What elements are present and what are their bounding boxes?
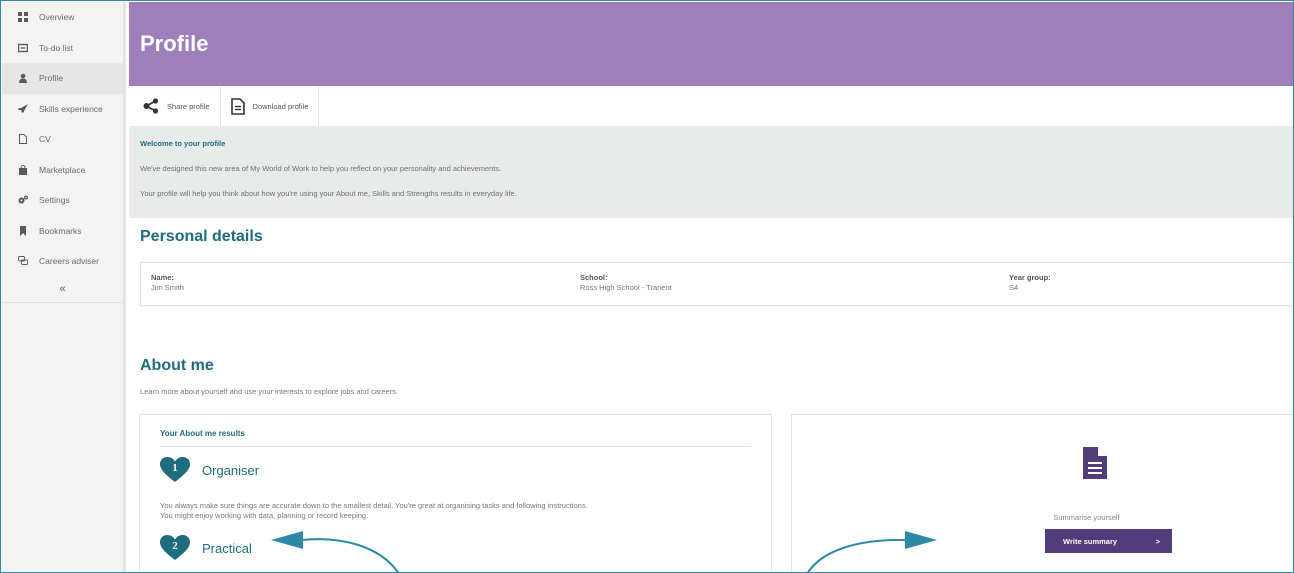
sidebar-item-label: Profile (39, 73, 64, 84)
collapse-sidebar-button[interactable]: « (2, 277, 123, 303)
sidebar-item-label: CV (39, 134, 51, 145)
chat-icon (18, 256, 28, 266)
sidebar-item-bookmarks[interactable]: Bookmarks (2, 216, 123, 247)
write-summary-label: Write summary (1063, 536, 1118, 546)
sidebar-item-label: Settings (39, 195, 70, 206)
bookmark-icon (18, 225, 28, 236)
bag-icon (18, 164, 28, 175)
result-name: Organiser (202, 462, 260, 478)
gears-icon (18, 195, 28, 205)
results-title: Your About me results (160, 415, 751, 447)
name-field: Name: Jim Smith (151, 273, 580, 305)
sidebar-item-label: Skills experience (39, 103, 103, 114)
chevron-double-left-icon: « (59, 283, 66, 295)
heart-icon: 2 (160, 535, 190, 561)
personal-details-title: Personal details (140, 228, 263, 245)
grid-icon (18, 12, 28, 23)
year-group-label: Year group: (1009, 273, 1051, 282)
profile-toolbar: Share profile Download profile (129, 86, 1293, 126)
sidebar-item-settings[interactable]: Settings (2, 185, 123, 216)
document-icon (18, 134, 28, 145)
page-title: Profile (140, 31, 209, 56)
sidebar-item-skills-experience[interactable]: Skills experience (2, 94, 123, 125)
main-content: Profile Share profile Download profile W… (129, 2, 1293, 572)
about-me-title: About me (140, 357, 214, 374)
result-description: You always make sure things are accurate… (160, 501, 751, 521)
name-value: Jim Smith (151, 283, 184, 292)
summarise-yourself-label: Summarise yourself (1053, 513, 1120, 522)
sidebar: Overview To-do list Profile Skills exper… (2, 2, 126, 572)
summary-card: Summarise yourself Write summary > (791, 414, 1293, 572)
personal-details-card: Name: Jim Smith School: Ross High School… (140, 262, 1293, 306)
person-icon (18, 73, 28, 84)
year-group-field: Year group: S4 (1009, 273, 1051, 305)
share-profile-label: Share profile (167, 101, 210, 111)
result-description-line-2: You might enjoy working with data, plann… (160, 511, 369, 520)
school-field: School: Ross High School - Tranent (580, 273, 1009, 305)
document-icon (1083, 447, 1107, 479)
chevron-right-icon: > (1155, 536, 1160, 546)
list-icon (18, 43, 28, 53)
write-summary-button[interactable]: Write summary > (1045, 529, 1172, 553)
share-icon (143, 98, 159, 114)
sidebar-item-to-do-list[interactable]: To-do list (2, 33, 123, 64)
result-practical[interactable]: 2 Practical (160, 535, 751, 561)
sidebar-item-overview[interactable]: Overview (2, 2, 123, 33)
sidebar-nav: Overview To-do list Profile Skills exper… (2, 2, 123, 277)
share-profile-button[interactable]: Share profile (129, 86, 221, 126)
sidebar-item-marketplace[interactable]: Marketplace (2, 155, 123, 186)
sidebar-item-label: Bookmarks (39, 225, 82, 236)
result-description-line-1: You always make sure things are accurate… (160, 501, 588, 510)
sidebar-item-label: Marketplace (39, 164, 86, 175)
app-window: Overview To-do list Profile Skills exper… (0, 0, 1294, 573)
sidebar-item-careers-adviser[interactable]: Careers adviser (2, 246, 123, 277)
download-document-icon (230, 97, 245, 115)
sidebar-item-label: Overview (39, 12, 75, 23)
result-rank: 2 (172, 540, 178, 552)
sidebar-item-cv[interactable]: CV (2, 124, 123, 155)
result-rank: 1 (172, 462, 178, 474)
result-organiser[interactable]: 1 Organiser (160, 457, 751, 483)
school-label: School: (580, 273, 608, 282)
sidebar-item-label: Careers adviser (39, 256, 99, 267)
about-me-cards: Your About me results 1 Organiser You al… (129, 414, 1293, 572)
welcome-text-1: We've designed this new area of My World… (140, 164, 502, 173)
rocket-icon (18, 103, 28, 114)
welcome-text-2: Your profile will help you think about h… (140, 189, 517, 198)
school-value: Ross High School - Tranent (580, 283, 672, 292)
download-profile-label: Download profile (252, 101, 309, 111)
download-profile-button[interactable]: Download profile (220, 86, 320, 126)
welcome-panel: Welcome to your profile We've designed t… (129, 126, 1293, 218)
name-label: Name: (151, 273, 174, 282)
sidebar-item-profile[interactable]: Profile (2, 63, 123, 94)
page-header: Profile (129, 2, 1293, 86)
welcome-title: Welcome to your profile (140, 139, 226, 148)
about-me-results-card: Your About me results 1 Organiser You al… (139, 414, 772, 572)
year-group-value: S4 (1009, 283, 1019, 292)
result-name: Practical (202, 540, 252, 556)
sidebar-item-label: To-do list (39, 42, 74, 53)
heart-icon: 1 (160, 457, 190, 483)
about-me-subtitle: Learn more about yourself and use your i… (140, 387, 399, 396)
